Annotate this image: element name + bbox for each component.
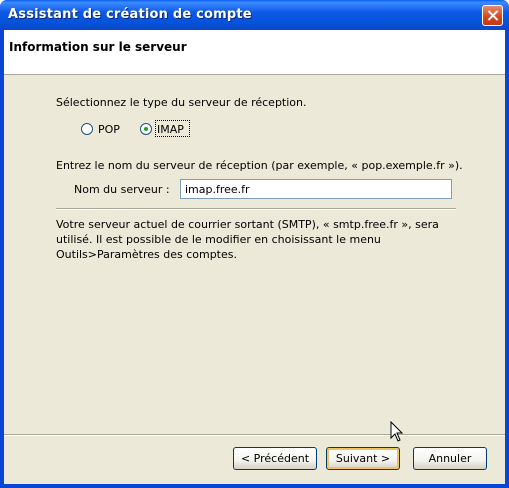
next-button[interactable]: Suivant > — [326, 447, 400, 470]
imap-radio[interactable] — [140, 123, 152, 135]
smtp-note-line-1: Votre serveur actuel de courrier sortant… — [56, 218, 439, 231]
pop-radio[interactable] — [81, 123, 93, 135]
page-title: Information sur le serveur — [9, 40, 187, 54]
imap-radio-label[interactable]: IMAP — [157, 123, 184, 136]
server-type-prompt: Sélectionnez le type du serveur de récep… — [56, 96, 307, 109]
server-name-input[interactable]: imap.free.fr — [180, 179, 452, 199]
close-button[interactable] — [482, 5, 503, 26]
mouse-pointer-icon — [390, 421, 404, 442]
incoming-server-prompt: Entrez le nom du serveur de réception (p… — [56, 159, 463, 172]
server-name-label: Nom du serveur : — [74, 183, 170, 196]
window-title: Assistant de création de compte — [8, 7, 252, 22]
cancel-button[interactable]: Annuler — [413, 447, 487, 470]
smtp-note-line-2: utilisé. Il est possible de le modifier … — [56, 233, 381, 246]
smtp-note-line-3: Outils>Paramètres des comptes. — [56, 248, 237, 261]
dialog-body: Information sur le serveur Sélectionnez … — [4, 30, 505, 484]
separator — [56, 208, 456, 210]
footer-separator — [4, 434, 505, 436]
pop-radio-label[interactable]: POP — [98, 123, 120, 136]
back-button[interactable]: < Précédent — [233, 447, 317, 470]
title-bar[interactable]: Assistant de création de compte — [0, 0, 509, 30]
page-header: Information sur le serveur — [4, 30, 505, 75]
dialog-window: Assistant de création de compte Informat… — [0, 0, 509, 488]
